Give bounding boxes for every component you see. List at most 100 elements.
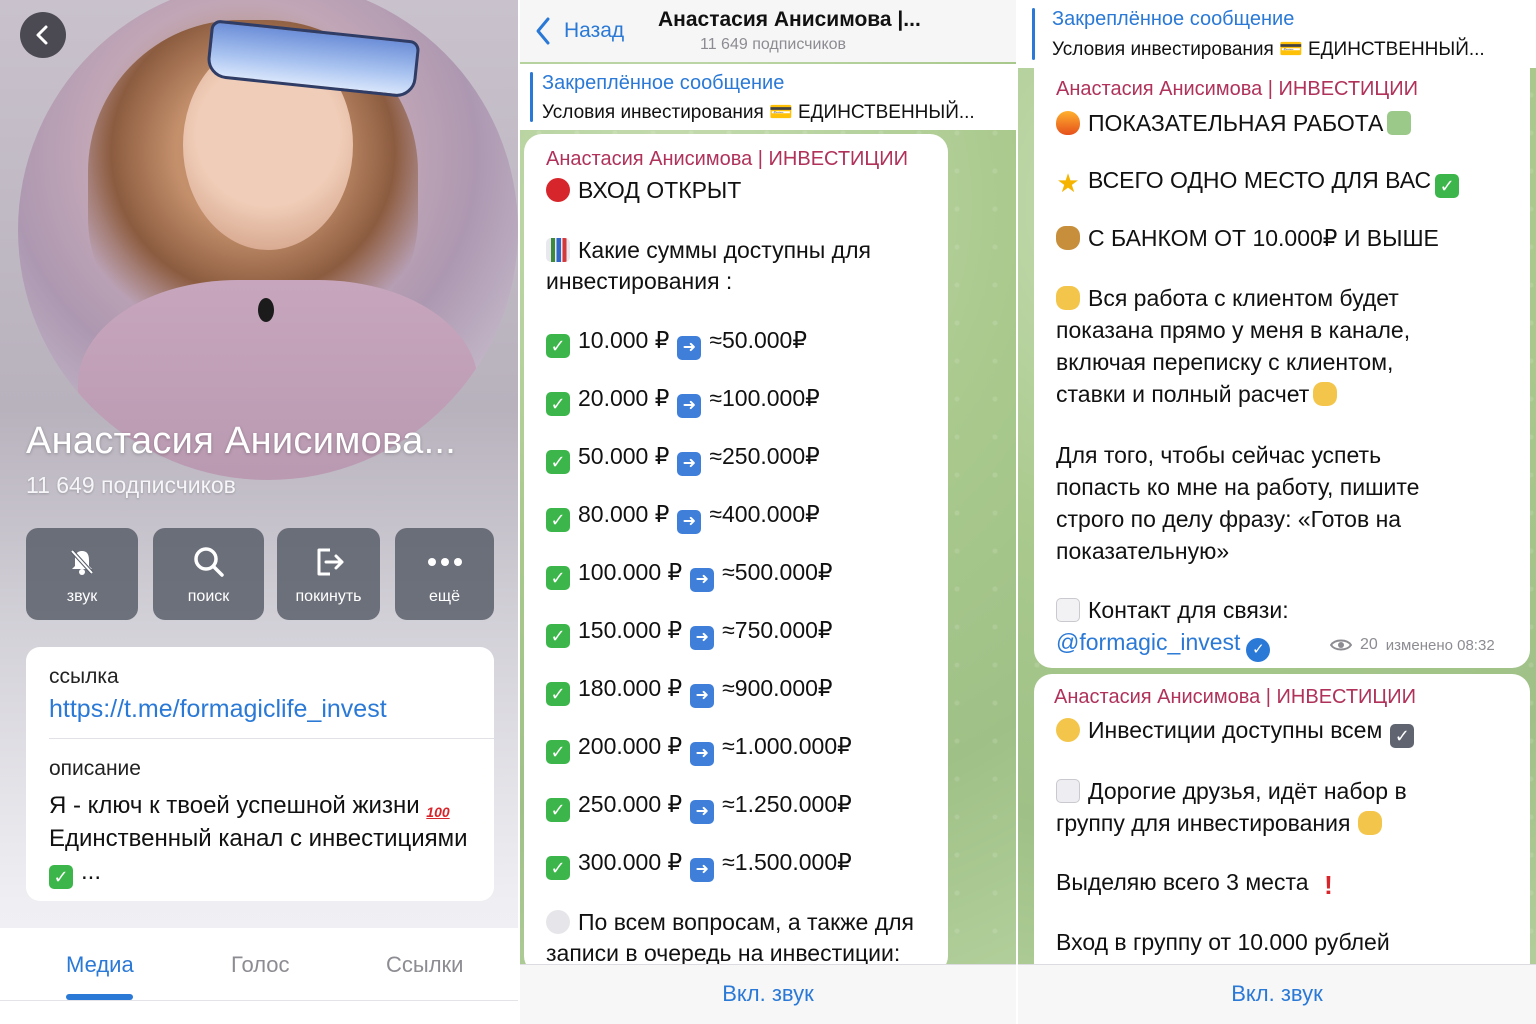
fist-emoji-icon xyxy=(1313,382,1338,406)
tab-links[interactable]: Ссылки xyxy=(386,952,463,978)
message-bubble[interactable]: Анастасия Анисимова | ИНВЕСТИЦИИ ПОКАЗАТ… xyxy=(1034,68,1530,668)
message-line: Вся работа с клиентом будет xyxy=(1056,282,1399,314)
channel-name: Анастасия Анисимова... xyxy=(26,420,457,462)
profile-tabs: Медиа Голос Ссылки xyxy=(0,928,518,1024)
chat-footer: Вкл. звук xyxy=(520,964,1016,1024)
arrow-right-emoji-icon: ➜ xyxy=(677,336,702,360)
fire-emoji-icon xyxy=(1056,111,1080,135)
chat-header: Назад Анастасия Анисимова |... 11 649 по… xyxy=(520,0,1016,62)
chat-title[interactable]: Анастасия Анисимова |... xyxy=(658,8,921,32)
contact-handle-link[interactable]: @formagic_invest ✓ xyxy=(1056,626,1278,662)
view-count: 20 xyxy=(1360,636,1378,653)
arrow-right-emoji-icon: ➜ xyxy=(690,684,715,708)
chat-panel-2: Закреплённое сообщение Условия инвестиро… xyxy=(1018,0,1536,1024)
document-emoji-icon xyxy=(1056,779,1080,803)
verified-badge-icon: ✓ xyxy=(1246,638,1271,662)
money-bag-emoji-icon xyxy=(1056,226,1080,250)
tab-media[interactable]: Медиа xyxy=(66,952,134,978)
check-emoji-icon: ✓ xyxy=(546,334,570,358)
leave-button[interactable]: покинуть xyxy=(277,528,380,620)
profile-photo xyxy=(18,0,518,480)
message-line: попасть ко мне на работу, пишите xyxy=(1056,474,1420,500)
message-line: Для того, чтобы сейчас успеть xyxy=(1056,442,1382,468)
pointing-hand-emoji-icon xyxy=(1056,286,1080,310)
pinned-message-bar[interactable]: Закреплённое сообщение Условия инвестиро… xyxy=(520,64,1016,130)
red-circle-emoji-icon xyxy=(546,178,570,202)
fingers-crossed-emoji-icon xyxy=(1358,811,1383,835)
chart-emoji-icon xyxy=(546,238,570,262)
message-line: строго по делу фразу: «Готов на xyxy=(1056,506,1402,532)
channel-description: Я - ключ к твоей успешной жизни 100 Един… xyxy=(49,792,468,889)
ok-hand-emoji-icon xyxy=(1056,718,1080,742)
chevron-left-icon xyxy=(36,25,48,45)
check-emoji-icon: ✓ xyxy=(546,392,570,416)
back-link[interactable]: Назад xyxy=(534,16,624,46)
eye-icon xyxy=(1330,639,1352,651)
amount-row: ✓ 50.000 ₽ ➜ ≈250.000₽ xyxy=(546,440,820,476)
back-button[interactable] xyxy=(20,12,66,58)
message-meta: 20 изменено 08:32 xyxy=(1330,636,1495,654)
amount-row: ✓ 150.000 ₽ ➜ ≈750.000₽ xyxy=(546,614,833,650)
search-button[interactable]: поиск xyxy=(153,528,264,620)
edited-time: изменено 08:32 xyxy=(1385,636,1495,654)
check-emoji-icon: ✓ xyxy=(546,740,570,764)
message-line: Какие суммы доступны для xyxy=(546,234,871,266)
message-line: ВХОД ОТКРЫТ xyxy=(546,174,741,206)
pinned-text: Условия инвестирования 💳 ЕДИНСТВЕННЫЙ... xyxy=(1052,39,1485,60)
description-label: описание xyxy=(49,757,141,780)
speech-bubble-emoji-icon xyxy=(546,910,570,934)
unmute-button[interactable]: Вкл. звук xyxy=(1018,981,1536,1007)
money-wings-emoji-icon xyxy=(1387,111,1412,135)
chat-subscriber-count: 11 649 подписчиков xyxy=(700,36,847,53)
mute-button[interactable]: звук xyxy=(26,528,138,620)
unmute-button[interactable]: Вкл. звук xyxy=(520,981,1016,1007)
message-author: Анастасия Анисимова | ИНВЕСТИЦИИ xyxy=(1056,78,1418,100)
check-emoji-icon: ✓ xyxy=(546,682,570,706)
check-emoji-icon: ✓ xyxy=(546,450,570,474)
amount-row: ✓ 180.000 ₽ ➜ ≈900.000₽ xyxy=(546,672,833,708)
message-line: Контакт для связи: xyxy=(1056,594,1289,626)
channel-info-card: ссылка https://t.me/formagiclife_invest … xyxy=(26,647,494,901)
arrow-right-emoji-icon: ➜ xyxy=(690,568,715,592)
amount-row: ✓ 250.000 ₽ ➜ ≈1.250.000₽ xyxy=(546,788,852,824)
check-emoji-icon: ✓ xyxy=(546,624,570,648)
bell-mute-icon xyxy=(64,544,100,580)
subscriber-count: 11 649 подписчиков xyxy=(26,472,236,498)
amount-row: ✓ 300.000 ₽ ➜ ≈1.500.000₽ xyxy=(546,846,852,882)
pinned-title: Закреплённое сообщение xyxy=(542,72,785,94)
link-label: ссылка xyxy=(49,665,119,688)
message-line: По всем вопросам, а также для xyxy=(546,906,914,938)
check-emoji-icon: ✓ xyxy=(546,856,570,880)
amount-row: ✓ 100.000 ₽ ➜ ≈500.000₽ xyxy=(546,556,833,592)
arrow-right-emoji-icon: ➜ xyxy=(690,626,715,650)
message-line: ставки и полный расчет xyxy=(1056,378,1345,410)
message-line: Вход в группу от 10.000 рублей xyxy=(1056,929,1390,955)
pinned-title: Закреплённое сообщение xyxy=(1052,8,1295,30)
message-author: Анастасия Анисимова | ИНВЕСТИЦИИ xyxy=(1054,686,1416,708)
leave-icon xyxy=(311,544,347,580)
chat-footer: Вкл. звук xyxy=(1018,964,1536,1024)
pinned-message-bar[interactable]: Закреплённое сообщение Условия инвестиро… xyxy=(1018,0,1536,68)
chevron-left-icon xyxy=(536,17,550,45)
checkbox-emoji-icon: ✓ xyxy=(1390,724,1415,748)
pinned-text: Условия инвестирования 💳 ЕДИНСТВЕННЫЙ... xyxy=(542,102,975,123)
message-line: Инвестиции доступны всем ✓ xyxy=(1056,714,1422,748)
amount-row: ✓ 20.000 ₽ ➜ ≈100.000₽ xyxy=(546,382,820,418)
message-line: С БАНКОМ ОТ 10.000₽ И ВЫШЕ xyxy=(1056,222,1439,254)
channel-link[interactable]: https://t.me/formagiclife_invest xyxy=(49,695,387,724)
exclamation-emoji-icon: ! xyxy=(1324,870,1333,900)
message-bubble[interactable]: Анастасия Анисимова | ИНВЕСТИЦИИ Инвести… xyxy=(1034,674,1530,994)
message-bubble[interactable]: Анастасия Анисимова | ИНВЕСТИЦИИ ВХОД ОТ… xyxy=(524,134,948,974)
tab-voice[interactable]: Голос xyxy=(231,952,290,978)
more-button[interactable]: ещё xyxy=(395,528,494,620)
check-emoji-icon: ✓ xyxy=(546,508,570,532)
arrow-right-emoji-icon: ➜ xyxy=(690,858,715,882)
arrow-right-emoji-icon: ➜ xyxy=(677,452,702,476)
check-emoji-icon: ✓ xyxy=(546,798,570,822)
message-line: показательную» xyxy=(1056,538,1230,564)
message-line: группу для инвестирования xyxy=(1056,807,1390,839)
message-line: Выделяю всего 3 места! xyxy=(1056,866,1349,898)
amount-row: ✓ 80.000 ₽ ➜ ≈400.000₽ xyxy=(546,498,820,534)
message-line: Дорогие друзья, идёт набор в xyxy=(1056,775,1407,807)
check-emoji-icon: ✓ xyxy=(49,865,73,889)
